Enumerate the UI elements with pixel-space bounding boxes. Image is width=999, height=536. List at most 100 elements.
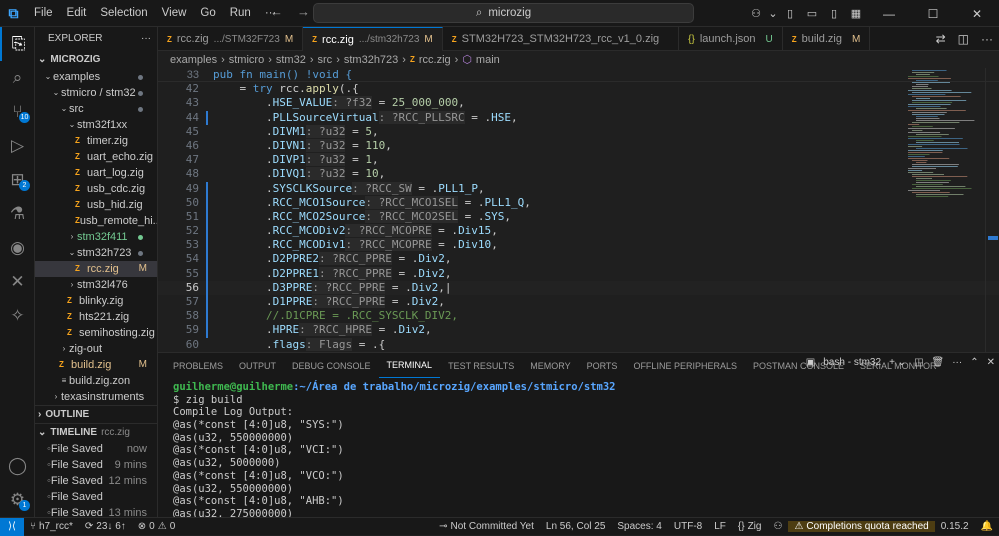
panel-tab-problems[interactable]: PROBLEMS (165, 354, 231, 378)
folder-item[interactable]: ⌄ src (35, 101, 157, 117)
code-line[interactable]: 56 .D3PPRE: ?RCC_PPRE = .Div2,| (158, 280, 999, 295)
code-line[interactable]: 59 .HPRE: ?RCC_HPRE = .Div2, (158, 323, 999, 338)
file-item[interactable]: Zhts221.zig (35, 309, 157, 325)
folder-item[interactable]: ⌄ examples (35, 69, 157, 85)
indentation[interactable]: Spaces: 4 (611, 521, 667, 532)
completions-quota[interactable]: ⚠ Completions quota reached (788, 521, 935, 532)
breadcrumb-item[interactable]: rcc.zig (419, 54, 451, 66)
breadcrumb-item[interactable]: stmicro (229, 54, 264, 66)
panel-tab-ports[interactable]: PORTS (579, 354, 626, 378)
file-item[interactable]: Zusb_cdc.zig (35, 181, 157, 197)
extensions-icon[interactable]: ⊞ 2 (0, 163, 35, 197)
vertical-scrollbar[interactable] (985, 68, 999, 352)
code-line[interactable]: 52 .RCC_MCODiv2: ?RCC_MCOPRE = .Div15, (158, 224, 999, 239)
toggle-secondary-sidebar-icon[interactable]: ▯ (823, 7, 845, 20)
file-item[interactable]: Zuart_echo.zig (35, 149, 157, 165)
breadcrumb-item[interactable]: examples (170, 54, 217, 66)
file-item[interactable]: Zsemihosting.zig (35, 325, 157, 341)
file-item[interactable]: Zusb_hid.zig (35, 197, 157, 213)
timeline-item[interactable]: ◦ File Saved 13 mins (35, 505, 157, 517)
branch-status[interactable]: ⑂ h7_rcc* (24, 521, 79, 532)
github-copilot-icon[interactable]: ◉ (0, 231, 35, 265)
code-line[interactable]: 48 .DIVQ1: ?u32 = 10, (158, 167, 999, 181)
x-extension-icon[interactable]: ✕ (0, 265, 35, 299)
timeline-item[interactable]: ◦ File Saved now (35, 441, 157, 457)
close-panel-icon[interactable]: ✕ (987, 357, 995, 368)
language-mode[interactable]: {} Zig (732, 521, 768, 532)
chevron-down-icon[interactable]: ⌄ (767, 7, 779, 20)
breadcrumb-item[interactable]: stm32h723 (344, 54, 398, 66)
account-icon[interactable]: ◯ (0, 449, 35, 483)
panel-tab-offline-peripherals[interactable]: OFFLINE PERIPHERALS (625, 354, 745, 378)
compare-icon[interactable]: ⇄ (936, 32, 946, 46)
maximize-panel-icon[interactable]: ⌃ (970, 357, 978, 368)
split-terminal-icon[interactable]: ◫ (914, 357, 923, 368)
kill-terminal-icon[interactable]: 🗑 (932, 357, 945, 368)
end-of-line[interactable]: LF (708, 521, 732, 532)
panel-tab-memory[interactable]: MEMORY (522, 354, 578, 378)
toggle-panel-icon[interactable]: ▭ (801, 7, 823, 20)
menu-item-go[interactable]: Go (193, 0, 222, 27)
terminal-output[interactable]: guilherme@guilherme:~/Área de trabalho/m… (158, 378, 999, 521)
copilot-icon[interactable]: ⚇ (745, 7, 767, 20)
code-line[interactable]: 55 .D2PPRE1: ?RCC_PPRE = .Div2, (158, 266, 999, 281)
code-line[interactable]: 45 .DIVM1: ?u32 = 5, (158, 124, 999, 139)
file-item[interactable]: ≡ build.zig.zon (35, 373, 157, 389)
code-line[interactable]: 46 .DIVN1: ?u32 = 110, (158, 138, 999, 153)
minimap[interactable] (904, 68, 984, 352)
remote-indicator-icon[interactable]: ⟩⟨ (0, 517, 24, 536)
source-control-icon[interactable]: ⑂ 10 (0, 95, 35, 129)
more-actions-icon[interactable]: ··· (952, 357, 962, 368)
code-line[interactable]: 58 //.D1CPRE = .RCC_SYSCLK_DIV2, (158, 309, 999, 324)
code-line[interactable]: 43 .HSE_VALUE: ?f32 = 25_000_000, (158, 96, 999, 110)
file-item[interactable]: Zrcc.zig M (35, 261, 157, 277)
code-editor[interactable]: 33 pub fn main() !void { 42 = try rcc.ap… (158, 68, 999, 352)
code-line[interactable]: 57 .D1PPRE: ?RCC_PPRE = .Div2, (158, 295, 999, 310)
file-item[interactable]: Zblinky.zig (35, 293, 157, 309)
back-arrow-icon[interactable]: ← (270, 4, 283, 19)
panel-tab-terminal[interactable]: TERMINAL (378, 353, 441, 378)
command-center-search[interactable]: ⌕ microzig (313, 3, 694, 23)
more-actions-icon[interactable]: ··· (141, 27, 151, 51)
code-line[interactable]: 49 .SYSCLKSource: ?RCC_SW = .PLL1_P, (158, 181, 999, 196)
folder-item[interactable]: ⌄ stm32h723 (35, 245, 157, 261)
zig-version[interactable]: 0.15.2 (935, 521, 975, 532)
workspace-root-header[interactable]: ⌄ MICROZIG (35, 51, 157, 69)
minimize-button[interactable]: — (867, 7, 911, 21)
panel-tab-test-results[interactable]: TEST RESULTS (440, 354, 522, 378)
code-line[interactable]: 44 .PLLSourceVirtual: ?RCC_PLLSRC = .HSE… (158, 110, 999, 125)
run-debug-icon[interactable]: ▷ (0, 129, 35, 163)
code-line[interactable]: 53 .RCC_MCODiv1: ?RCC_MCOPRE = .Div10, (158, 238, 999, 253)
breadcrumb-item[interactable]: main (476, 54, 500, 66)
file-item[interactable]: Zbuild.zig M (35, 357, 157, 373)
code-line[interactable]: 60 .flags: Flags = .{ (158, 337, 999, 352)
copilot-status-icon[interactable]: ⚇ (767, 521, 788, 532)
menu-item-view[interactable]: View (155, 0, 194, 27)
code-line[interactable]: 54 .D2PPRE2: ?RCC_PPRE = .Div2, (158, 252, 999, 267)
outline-header[interactable]: › OUTLINE (35, 405, 157, 423)
breadcrumb-item[interactable]: src (318, 54, 333, 66)
tab-launch-json[interactable]: {} launch.json U (679, 27, 783, 51)
file-item[interactable]: Zuart_log.zig (35, 165, 157, 181)
folder-item[interactable]: ⌄ stm32f1xx (35, 117, 157, 133)
explorer-icon[interactable]: ⎘ (0, 27, 35, 61)
tab-stm32h723-stm32h723-rcc-v1-0-zig[interactable]: Z STM32H723_STM32H723_rcc_v1_0.zig (443, 27, 680, 51)
new-terminal-icon[interactable]: + ⌄ (889, 357, 906, 368)
sync-status[interactable]: ⟳ 23↓ 6↑ (79, 521, 132, 532)
folder-item[interactable]: › zig-out (35, 341, 157, 357)
layout-icon[interactable]: ▦ (845, 7, 867, 20)
problems-status[interactable]: ⊗ 0 ⚠ 0 (132, 521, 181, 532)
forward-arrow-icon[interactable]: → (297, 4, 310, 19)
menu-item-file[interactable]: File (27, 0, 60, 27)
folder-item[interactable]: ⌄ stmicro / stm32 (35, 85, 157, 101)
code-line[interactable]: 51 .RCC_MCO2Source: ?RCC_MCO2SEL = .SYS, (158, 209, 999, 225)
encoding[interactable]: UTF-8 (668, 521, 708, 532)
file-item[interactable]: Zusb_remote_hi... (35, 213, 157, 229)
timeline-header[interactable]: ⌄ TIMELINE rcc.zig (35, 423, 157, 441)
panel-tab-debug-console[interactable]: DEBUG CONSOLE (284, 354, 379, 378)
split-editor-icon[interactable]: ◫ (958, 32, 969, 46)
folder-item[interactable]: › texasinstruments (35, 389, 157, 405)
settings-gear-icon[interactable]: ⚙ 1 (0, 483, 35, 517)
terminal-name[interactable]: bash - stm32 (823, 357, 881, 368)
close-window-button[interactable]: ✕ (955, 7, 999, 21)
